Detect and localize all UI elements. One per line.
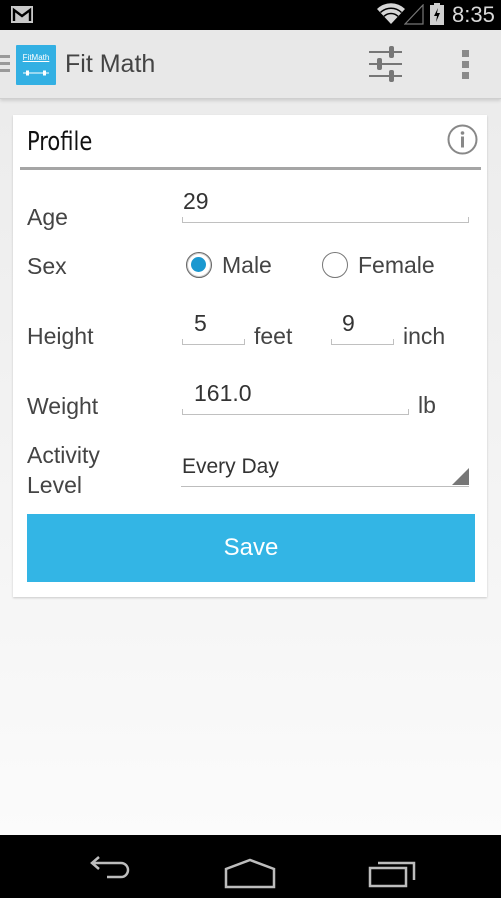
female-radio[interactable] bbox=[322, 252, 348, 278]
wifi-icon bbox=[377, 3, 405, 24]
age-label: Age bbox=[27, 204, 68, 230]
content-area: Profile Age 29 Sex Male Female Height 5 bbox=[0, 99, 501, 835]
activity-label-line2: Level bbox=[27, 472, 82, 498]
profile-title: Profile bbox=[27, 127, 93, 157]
age-input[interactable]: 29 bbox=[182, 188, 469, 223]
age-value: 29 bbox=[183, 188, 209, 214]
clock: 8:35 bbox=[452, 2, 495, 27]
inch-unit: inch bbox=[403, 323, 446, 349]
weight-value: 161.0 bbox=[194, 380, 252, 406]
barbell-icon bbox=[23, 70, 49, 76]
weight-input[interactable]: 161.0 bbox=[182, 380, 409, 415]
activity-level-value: Every Day bbox=[182, 455, 279, 478]
profile-card: Profile Age 29 Sex Male Female Height 5 bbox=[13, 115, 487, 597]
battery-charging-icon bbox=[430, 3, 444, 25]
activity-level-dropdown[interactable]: Every Day bbox=[181, 451, 469, 487]
gmail-icon bbox=[11, 6, 33, 23]
height-label: Height bbox=[27, 323, 94, 349]
app-icon[interactable]: FitMath bbox=[16, 45, 56, 85]
app-icon-text: FitMath bbox=[22, 53, 50, 62]
male-label[interactable]: Male bbox=[222, 250, 272, 280]
sex-label: Sex bbox=[27, 253, 67, 279]
weight-label: Weight bbox=[27, 393, 99, 419]
action-bar: FitMath Fit Math bbox=[0, 30, 501, 99]
title-divider bbox=[20, 167, 481, 170]
filter-sliders-icon[interactable] bbox=[366, 44, 406, 84]
weight-unit: lb bbox=[418, 392, 436, 418]
save-button[interactable]: Save bbox=[27, 514, 475, 582]
height-feet-value: 5 bbox=[194, 310, 207, 336]
male-radio[interactable] bbox=[186, 252, 212, 278]
status-bar: 8:35 bbox=[0, 0, 501, 30]
recent-apps-icon[interactable] bbox=[368, 858, 420, 888]
app-title: Fit Math bbox=[65, 50, 156, 78]
activity-label-line1: Activity bbox=[27, 442, 100, 468]
cell-signal-icon bbox=[404, 4, 424, 25]
back-icon[interactable] bbox=[83, 855, 135, 885]
info-icon[interactable] bbox=[447, 124, 478, 155]
height-inch-input[interactable]: 9 bbox=[331, 310, 394, 345]
feet-unit: feet bbox=[254, 323, 293, 349]
home-icon[interactable] bbox=[222, 857, 278, 889]
drawer-indicator-icon[interactable] bbox=[0, 55, 10, 72]
dropdown-corner-icon bbox=[452, 468, 469, 485]
height-feet-input[interactable]: 5 bbox=[182, 310, 245, 345]
female-label[interactable]: Female bbox=[358, 250, 435, 280]
height-inch-value: 9 bbox=[342, 310, 355, 336]
navigation-bar bbox=[0, 835, 501, 898]
overflow-menu-icon[interactable] bbox=[452, 44, 480, 84]
